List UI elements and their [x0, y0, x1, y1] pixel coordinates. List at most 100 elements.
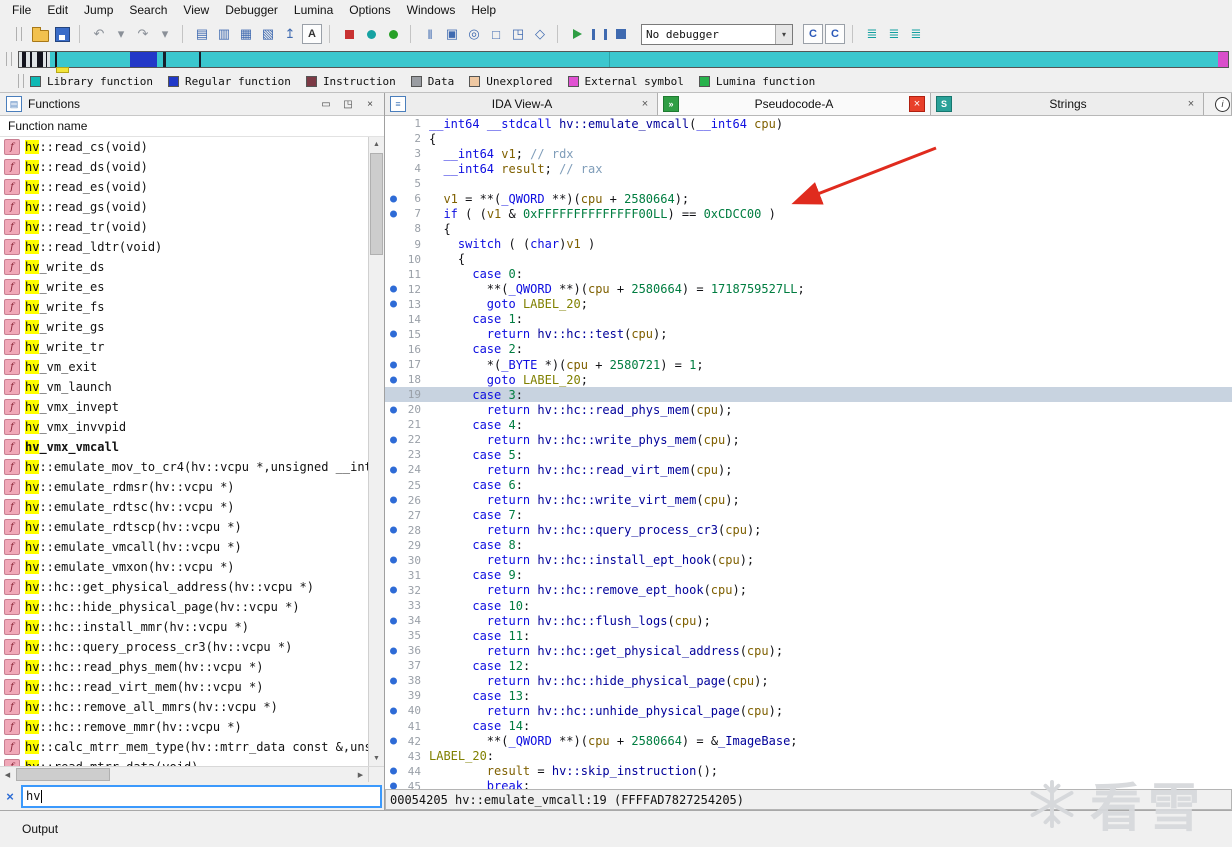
function-list-item[interactable]: fhv_write_es — [0, 277, 368, 297]
color-marker-green[interactable] — [383, 24, 403, 44]
code-line[interactable]: 4 __int64 result; // rax — [385, 161, 1232, 176]
jump-back-dropdown[interactable]: ▾ — [111, 24, 131, 44]
function-list-item[interactable]: fhv::emulate_rdtsc(hv::vcpu *) — [0, 497, 368, 517]
output-panel[interactable]: Output — [0, 810, 1232, 847]
function-name-column-header[interactable]: Function name — [0, 116, 384, 137]
vertical-scrollbar-thumb[interactable] — [370, 153, 383, 255]
code-line[interactable]: 44 result = hv::skip_instruction(); — [385, 764, 1232, 779]
code-line[interactable]: 35 case 11: — [385, 628, 1232, 643]
code-line[interactable]: 41 case 14: — [385, 719, 1232, 734]
code-line[interactable]: 8 { — [385, 221, 1232, 236]
close-tab-icon[interactable]: × — [909, 96, 925, 112]
attach-process-button[interactable]: C — [803, 24, 823, 44]
toolbar-drag-handle[interactable] — [16, 27, 22, 41]
scroll-left-button[interactable]: ◀ — [0, 767, 15, 782]
function-list-item[interactable]: fhv::hc::get_physical_address(hv::vcpu *… — [0, 577, 368, 597]
code-line[interactable]: 28 return hv::hc::query_process_cr3(cpu)… — [385, 523, 1232, 538]
breakpoints-button[interactable]: ▣ — [442, 24, 462, 44]
code-line[interactable]: 42 **(_QWORD **)(cpu + 2580664) = &_Imag… — [385, 734, 1232, 749]
menu-file[interactable]: File — [4, 1, 39, 19]
menu-windows[interactable]: Windows — [399, 1, 464, 19]
float-window-button[interactable]: ◳ — [340, 96, 356, 112]
code-line[interactable]: 43LABEL_20: — [385, 749, 1232, 764]
function-list-item[interactable]: fhv_vm_exit — [0, 357, 368, 377]
tab-pseudocode-a[interactable]: » Pseudocode-A × — [658, 93, 931, 115]
code-line[interactable]: 27 case 7: — [385, 508, 1232, 523]
code-line[interactable]: 7 if ( (v1 & 0xFFFFFFFFFFFFFF00LL) == 0x… — [385, 206, 1232, 221]
function-list-item[interactable]: fhv::hc::query_process_cr3(hv::vcpu *) — [0, 637, 368, 657]
jump-forward-button[interactable]: ↷ — [133, 24, 153, 44]
open-structs-window-button[interactable]: ▦ — [236, 24, 256, 44]
modules-button[interactable]: □ — [486, 24, 506, 44]
watches-button[interactable]: ◎ — [464, 24, 484, 44]
open-enums-window-button[interactable]: ▧ — [258, 24, 278, 44]
scroll-up-button[interactable]: ▲ — [369, 137, 384, 152]
function-list-item[interactable]: fhv_write_fs — [0, 297, 368, 317]
code-line[interactable]: 3 __int64 v1; // rdx — [385, 146, 1232, 161]
code-line[interactable]: 23 case 5: — [385, 447, 1232, 462]
code-line[interactable]: 37 case 12: — [385, 658, 1232, 673]
code-line[interactable]: 11 case 0: — [385, 267, 1232, 282]
restore-window-button[interactable]: ▭ — [318, 96, 334, 112]
save-file-button[interactable] — [52, 24, 72, 44]
info-tab[interactable]: i — [1214, 93, 1232, 115]
tab-strings[interactable]: S Strings × — [931, 93, 1204, 115]
function-list-item[interactable]: fhv::emulate_vmcall(hv::vcpu *) — [0, 537, 368, 557]
debugger-select[interactable]: No debugger▾ — [641, 24, 793, 45]
function-list-item[interactable]: fhv_vmx_invvpid — [0, 417, 368, 437]
function-list-item[interactable]: fhv::hc::install_mmr(hv::vcpu *) — [0, 617, 368, 637]
jump-back-button[interactable]: ↶ — [89, 24, 109, 44]
start-process-button[interactable] — [567, 24, 587, 44]
jump-forward-dropdown[interactable]: ▾ — [155, 24, 175, 44]
code-line[interactable]: 30 return hv::hc::install_ept_hook(cpu); — [385, 553, 1232, 568]
horizontal-scrollbar[interactable]: ◀ ▶ — [0, 766, 384, 782]
function-list-item[interactable]: fhv_write_gs — [0, 317, 368, 337]
code-line[interactable]: 26 return hv::hc::write_virt_mem(cpu); — [385, 493, 1232, 508]
menu-lumina[interactable]: Lumina — [286, 1, 341, 19]
jump-address-button[interactable]: ↥ — [280, 24, 300, 44]
code-line[interactable]: 5 — [385, 176, 1232, 191]
code-line[interactable]: 31 case 9: — [385, 568, 1232, 583]
code-line[interactable]: 12 **(_QWORD **)(cpu + 2580664) = 171875… — [385, 282, 1232, 297]
menu-debugger[interactable]: Debugger — [217, 1, 286, 19]
function-list-item[interactable]: fhv::calc_mtrr_mem_type(hv::mtrr_data co… — [0, 737, 368, 757]
open-disasm-window-button[interactable]: ▤ — [192, 24, 212, 44]
code-line[interactable]: 9 switch ( (char)v1 ) — [385, 237, 1232, 252]
function-list-item[interactable]: fhv_vmx_invept — [0, 397, 368, 417]
threads-button[interactable]: ◇ — [530, 24, 550, 44]
function-list-item[interactable]: fhv::emulate_rdmsr(hv::vcpu *) — [0, 477, 368, 497]
function-list-item[interactable]: fhv::emulate_mov_to_cr4(hv::vcpu *,unsig… — [0, 457, 368, 477]
code-line[interactable]: 24 return hv::hc::read_virt_mem(cpu); — [385, 462, 1232, 477]
code-line[interactable]: 2{ — [385, 131, 1232, 146]
close-tab-icon[interactable]: × — [1184, 97, 1198, 111]
function-list-item[interactable]: fhv_write_tr — [0, 337, 368, 357]
legend-drag-handle[interactable] — [18, 74, 24, 88]
function-list-item[interactable]: fhv_vm_launch — [0, 377, 368, 397]
debug-windows-button[interactable]: ‖ — [420, 24, 440, 44]
menu-help[interactable]: Help — [463, 1, 504, 19]
code-line[interactable]: 10 { — [385, 252, 1232, 267]
menu-search[interactable]: Search — [121, 1, 175, 19]
scroll-down-button[interactable]: ▼ — [369, 751, 384, 766]
close-window-button[interactable]: × — [362, 96, 378, 112]
search-clear-icon[interactable]: × — [2, 789, 18, 804]
function-trace-button[interactable]: ≣ — [906, 24, 926, 44]
function-list[interactable]: fhv::read_cs(void)fhv::read_ds(void)fhv:… — [0, 137, 368, 766]
function-list-item[interactable]: fhv::read_mtrr_data(void) — [0, 757, 368, 766]
code-line[interactable]: 39 case 13: — [385, 688, 1232, 703]
code-line[interactable]: 36 return hv::hc::get_physical_address(c… — [385, 643, 1232, 658]
function-list-item[interactable]: fhv::hc::hide_physical_page(hv::vcpu *) — [0, 597, 368, 617]
code-line[interactable]: 15 return hv::hc::test(cpu); — [385, 327, 1232, 342]
pseudocode-view[interactable]: 1__int64 __stdcall hv::emulate_vmcall(__… — [385, 116, 1232, 789]
function-list-item[interactable]: fhv::emulate_rdtscp(hv::vcpu *) — [0, 517, 368, 537]
code-line[interactable]: 22 return hv::hc::write_phys_mem(cpu); — [385, 432, 1232, 447]
function-list-item[interactable]: fhv::read_es(void) — [0, 177, 368, 197]
code-line[interactable]: 18 goto LABEL_20; — [385, 372, 1232, 387]
nav-band-pointer[interactable] — [56, 67, 69, 73]
code-line[interactable]: 45 break; — [385, 779, 1232, 789]
open-file-button[interactable] — [30, 24, 50, 44]
function-list-item[interactable]: fhv::emulate_vmxon(hv::vcpu *) — [0, 557, 368, 577]
function-list-item[interactable]: fhv::read_ds(void) — [0, 157, 368, 177]
horizontal-scrollbar-thumb[interactable] — [16, 768, 110, 781]
function-list-item[interactable]: fhv::read_cs(void) — [0, 137, 368, 157]
